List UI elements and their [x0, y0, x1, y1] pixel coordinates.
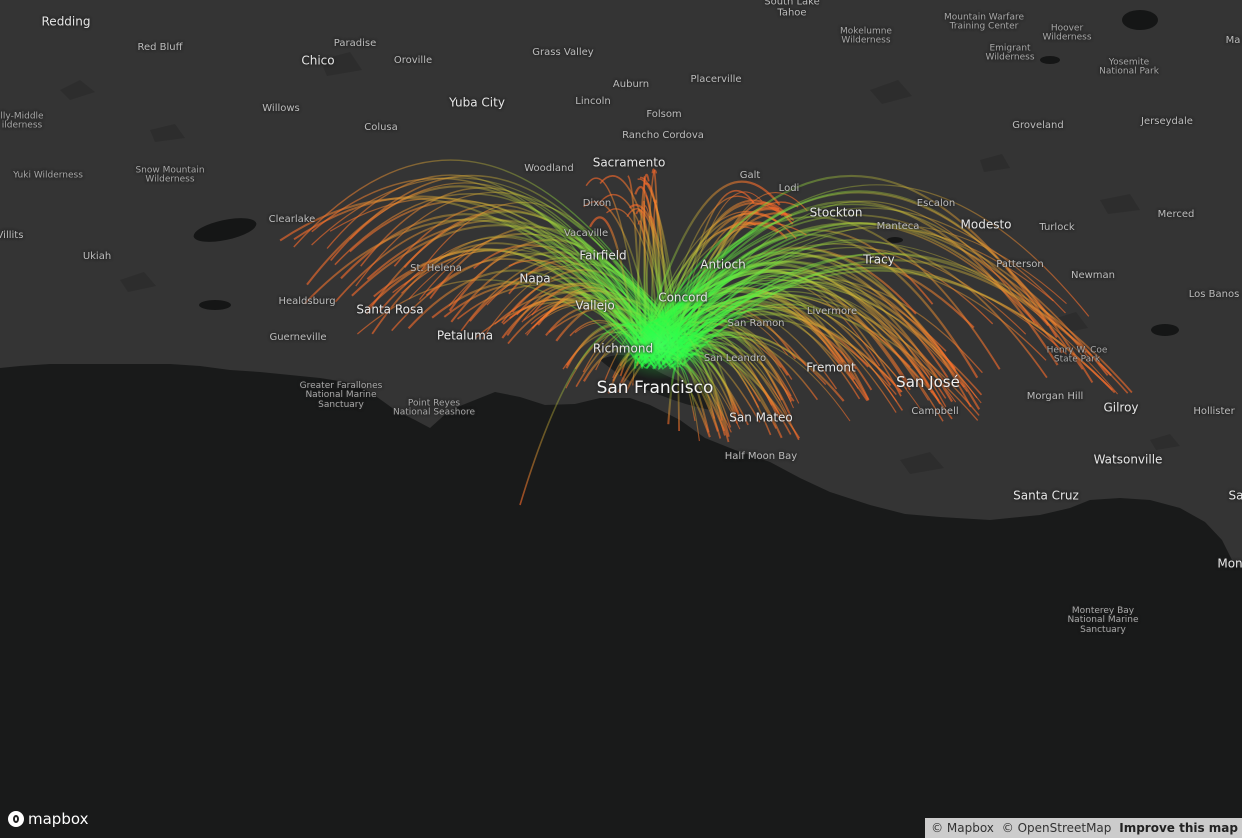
- label-willits: Villits: [0, 229, 24, 241]
- label-galt: Galt: [739, 169, 761, 181]
- label-richmond: Richmond: [592, 341, 654, 356]
- label-clearlake: Clearlake: [268, 213, 316, 225]
- label-turlock: Turlock: [1039, 221, 1075, 233]
- attribution-osm-link[interactable]: © OpenStreetMap: [1002, 821, 1112, 835]
- label-jerseydale: Jerseydale: [1141, 115, 1193, 127]
- label-chico: Chico: [301, 53, 335, 68]
- label-folsom: Folsom: [646, 108, 682, 120]
- label-newman: Newman: [1070, 269, 1116, 281]
- label-patterson: Patterson: [996, 258, 1044, 270]
- label-los-banos: Los Banos: [1188, 288, 1240, 300]
- mapbox-logo-icon: [8, 811, 24, 827]
- label-placerville: Placerville: [690, 73, 742, 85]
- label-lincoln: Lincoln: [575, 95, 611, 107]
- label-snow-mountain: Snow Mountain Wilderness: [135, 165, 205, 185]
- label-point-reyes: Point Reyes National Seashore: [392, 398, 476, 418]
- label-san-francisco: San Francisco: [596, 378, 714, 399]
- label-san-jose: San José: [896, 373, 960, 392]
- label-rancho-cordova: Rancho Cordova: [622, 129, 704, 141]
- label-yosemite: Yosemite National Park: [1099, 57, 1159, 77]
- label-watsonville: Watsonville: [1093, 452, 1163, 467]
- label-middle-wilderness: lly-Middle ilderness: [0, 111, 44, 131]
- mapbox-logo[interactable]: mapbox: [8, 810, 88, 828]
- label-mokelumne: Mokelumne Wilderness: [840, 26, 892, 46]
- label-fremont: Fremont: [806, 360, 856, 375]
- label-auburn: Auburn: [612, 78, 650, 90]
- label-san-ramon: San Ramon: [727, 317, 785, 329]
- label-paradise: Paradise: [333, 37, 377, 49]
- label-manteca: Manteca: [876, 220, 920, 232]
- label-south-lake-tahoe: South Lake Tahoe: [764, 0, 820, 18]
- label-farallones: Greater Farallones National Marine Sanctua…: [299, 380, 383, 410]
- label-antioch: Antioch: [700, 257, 746, 272]
- label-redding: Redding: [41, 14, 91, 29]
- label-fairfield: Fairfield: [579, 248, 627, 263]
- label-red-bluff: Red Bluff: [137, 41, 183, 53]
- map-labels: Redding Red Bluff Chico Paradise Oroville Gra…: [0, 0, 1242, 838]
- label-henry-coe: Henry W. Coe State Park: [1046, 345, 1108, 365]
- label-mon: Mon: [1217, 556, 1242, 571]
- label-santa-cruz: Santa Cruz: [1013, 488, 1079, 503]
- label-mountain-warfare: Mountain Warfare Training Center: [943, 12, 1025, 32]
- label-emigrant: Emigrant Wilderness: [985, 43, 1035, 63]
- label-santa-rosa: Santa Rosa: [356, 302, 424, 317]
- label-concord: Concord: [658, 290, 708, 305]
- label-modesto: Modesto: [960, 217, 1012, 232]
- label-hoover: Hoover Wilderness: [1042, 23, 1092, 43]
- label-sa: Sa: [1228, 488, 1242, 503]
- label-petaluma: Petaluma: [436, 328, 494, 343]
- attribution-mapbox-link[interactable]: © Mapbox: [931, 821, 994, 835]
- label-gilroy: Gilroy: [1103, 400, 1139, 415]
- label-campbell: Campbell: [911, 405, 959, 417]
- label-morgan-hill: Morgan Hill: [1026, 390, 1084, 402]
- label-dixon: Dixon: [582, 197, 612, 209]
- label-colusa: Colusa: [364, 121, 398, 133]
- label-merced: Merced: [1157, 208, 1195, 220]
- label-willows: Willows: [262, 102, 300, 114]
- label-napa: Napa: [519, 271, 551, 286]
- label-monterey-bay: Monterey Bay National Marine Sanctuary: [1067, 605, 1139, 635]
- label-st-helena: St. Helena: [410, 262, 462, 274]
- label-yuki: Yuki Wilderness: [13, 170, 83, 181]
- label-vacaville: Vacaville: [563, 227, 609, 239]
- label-ma: Ma: [1225, 34, 1241, 46]
- label-sacramento: Sacramento: [592, 155, 666, 170]
- label-woodland: Woodland: [524, 162, 574, 174]
- label-hollister: Hollister: [1193, 405, 1235, 417]
- label-tracy: Tracy: [863, 252, 895, 267]
- label-livermore: Livermore: [806, 305, 858, 317]
- label-groveland: Groveland: [1012, 119, 1064, 131]
- label-ukiah: Ukiah: [82, 250, 112, 262]
- label-lodi: Lodi: [778, 182, 800, 194]
- label-stockton: Stockton: [809, 205, 863, 220]
- mapbox-logo-text: mapbox: [28, 810, 89, 828]
- label-escalon: Escalon: [916, 197, 956, 209]
- attribution-bar: © Mapbox © OpenStreetMap Improve this ma…: [925, 818, 1242, 838]
- label-grass-valley: Grass Valley: [532, 46, 594, 58]
- improve-map-link[interactable]: Improve this map: [1119, 821, 1238, 835]
- label-half-moon-bay: Half Moon Bay: [724, 450, 798, 462]
- label-san-leandro: San Leandro: [703, 352, 767, 364]
- label-vallejo: Vallejo: [575, 298, 615, 313]
- label-guerneville: Guerneville: [269, 331, 327, 343]
- label-healdsburg: Healdsburg: [278, 295, 336, 307]
- label-oroville: Oroville: [393, 54, 433, 66]
- label-yuba-city: Yuba City: [449, 95, 505, 110]
- label-san-mateo: San Mateo: [729, 410, 793, 425]
